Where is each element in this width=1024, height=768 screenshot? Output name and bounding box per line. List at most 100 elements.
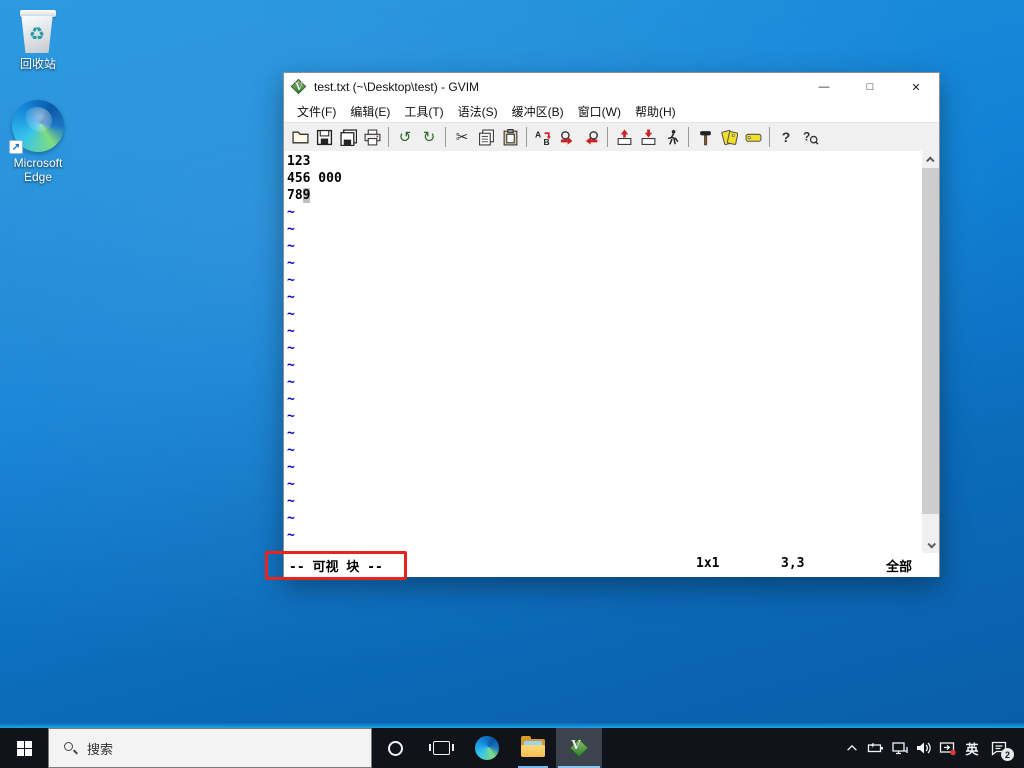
save-button[interactable]: [312, 125, 336, 149]
window-title: test.txt (~\Desktop\test) - GVIM: [314, 80, 480, 94]
tilde-line: ~: [287, 358, 295, 373]
tilde-line: ~: [287, 324, 295, 339]
speaker-icon: [917, 742, 931, 754]
menu-bar: 文件(F) 编辑(E) 工具(T) 语法(S) 缓冲区(B) 窗口(W) 帮助(…: [284, 101, 939, 123]
recycle-symbol-icon: ♻: [28, 24, 46, 44]
load-session-icon: [617, 129, 631, 145]
editor-line-1: 123: [287, 154, 311, 169]
volume-control[interactable]: [912, 728, 936, 768]
network-status[interactable]: [888, 728, 912, 768]
find-previous-button[interactable]: [579, 125, 603, 149]
cortana-button[interactable]: [372, 728, 418, 768]
chevron-down-icon: [926, 539, 936, 549]
close-icon: ✕: [911, 81, 921, 94]
load-session-button[interactable]: [612, 125, 636, 149]
tilde-column: ~ ~ ~ ~ ~ ~ ~ ~ ~ ~ ~ ~ ~ ~ ~ ~ ~ ~ ~ ~: [287, 204, 919, 544]
vertical-scrollbar[interactable]: [922, 151, 939, 553]
annotation-red-box: [265, 551, 407, 580]
minimize-icon: —: [818, 81, 830, 93]
run-script-button[interactable]: [660, 125, 684, 149]
tilde-line: ~: [287, 256, 295, 271]
menu-window[interactable]: 窗口(W): [571, 101, 628, 122]
tilde-line: ~: [287, 375, 295, 390]
find-replace-icon: AB: [535, 129, 551, 146]
desktop-icon-recycle-bin[interactable]: ♻ 回收站: [0, 10, 76, 71]
open-button[interactable]: [288, 125, 312, 149]
find-next-icon: [560, 130, 572, 145]
scrollbar-thumb[interactable]: [922, 168, 939, 514]
menu-syntax[interactable]: 语法(S): [451, 101, 505, 122]
scroll-percentage: 全部: [885, 560, 912, 575]
task-view-button[interactable]: [418, 728, 464, 768]
tilde-line: ~: [287, 392, 295, 407]
scroll-down-button[interactable]: [922, 536, 939, 553]
maximize-button[interactable]: □: [847, 73, 893, 101]
ime-indicator[interactable]: 英: [960, 728, 984, 768]
tilde-line: ~: [287, 273, 295, 288]
cast-icon: [939, 742, 956, 756]
print-button[interactable]: [360, 125, 384, 149]
notification-count-badge: 2: [1001, 748, 1014, 761]
recycle-bin-icon: ♻: [20, 10, 56, 53]
taskbar-edge-button[interactable]: [464, 728, 510, 768]
help-button[interactable]: ?: [774, 125, 798, 149]
close-button[interactable]: ✕: [893, 73, 939, 101]
tilde-line: ~: [287, 409, 295, 424]
desktop-icon-microsoft-edge[interactable]: ↗ Microsoft Edge: [0, 100, 76, 184]
taskbar-search-box[interactable]: 搜索: [48, 728, 372, 768]
save-all-button[interactable]: [336, 125, 360, 149]
chevron-up-icon: [925, 155, 935, 165]
menu-edit[interactable]: 编辑(E): [343, 101, 397, 122]
save-session-button[interactable]: [636, 125, 660, 149]
tag-icon: [745, 133, 761, 142]
chevron-up-icon: [847, 744, 857, 751]
hidden-icons-button[interactable]: [840, 728, 864, 768]
scroll-up-button[interactable]: [922, 151, 939, 168]
save-all-icon: [339, 128, 357, 146]
tilde-line: ~: [287, 239, 295, 254]
jump-to-tag-button[interactable]: [741, 125, 765, 149]
open-folder-icon: [291, 131, 309, 143]
menu-buffers[interactable]: 缓冲区(B): [505, 101, 571, 122]
tilde-line: ~: [287, 494, 295, 509]
find-previous-icon: [585, 130, 598, 145]
title-bar[interactable]: V test.txt (~\Desktop\test) - GVIM — □ ✕: [284, 73, 939, 101]
cut-button[interactable]: ✂: [450, 125, 474, 149]
file-explorer-icon: [521, 736, 545, 757]
battery-status[interactable]: [864, 728, 888, 768]
menu-file[interactable]: 文件(F): [290, 101, 343, 122]
make-button[interactable]: [693, 125, 717, 149]
action-center-button[interactable]: 2: [984, 728, 1014, 768]
minimize-button[interactable]: —: [801, 73, 847, 101]
copy-button[interactable]: [474, 125, 498, 149]
toolbar-separator: [445, 127, 446, 147]
tilde-line: ~: [287, 511, 295, 526]
undo-button[interactable]: ↺: [393, 125, 417, 149]
find-replace-button[interactable]: AB: [531, 125, 555, 149]
battery-icon: [867, 743, 883, 753]
menu-tools[interactable]: 工具(T): [397, 101, 450, 122]
taskbar-gvim-button[interactable]: V: [556, 728, 602, 768]
cortana-icon: [387, 740, 403, 756]
save-session-icon: [641, 129, 655, 145]
start-button[interactable]: [0, 728, 48, 768]
visual-block-selection: 9: [302, 188, 311, 203]
cast-status[interactable]: [936, 728, 960, 768]
search-icon: [63, 741, 78, 755]
menu-help[interactable]: 帮助(H): [628, 101, 683, 122]
text-area[interactable]: 123 456 000 789 ~ ~ ~ ~ ~ ~ ~ ~ ~ ~ ~ ~ ~ ~ ~ ~ ~ ~ ~ ~: [284, 151, 939, 553]
maximize-icon: □: [866, 81, 874, 93]
taskbar: 搜索 V 英 2: [0, 728, 1024, 768]
paste-button[interactable]: [498, 125, 522, 149]
toolbar-separator: [388, 127, 389, 147]
editor-line-2: 456 000: [287, 171, 342, 186]
toolbar-separator: [769, 127, 770, 147]
system-tray: 英 2: [840, 728, 1024, 768]
find-next-button[interactable]: [555, 125, 579, 149]
find-in-help-button[interactable]: ?: [798, 125, 822, 149]
task-view-icon: [428, 741, 454, 755]
build-tags-button[interactable]: [717, 125, 741, 149]
taskbar-file-explorer-button[interactable]: [510, 728, 556, 768]
redo-button[interactable]: ↻: [417, 125, 441, 149]
edge-label: Microsoft Edge: [13, 156, 63, 184]
